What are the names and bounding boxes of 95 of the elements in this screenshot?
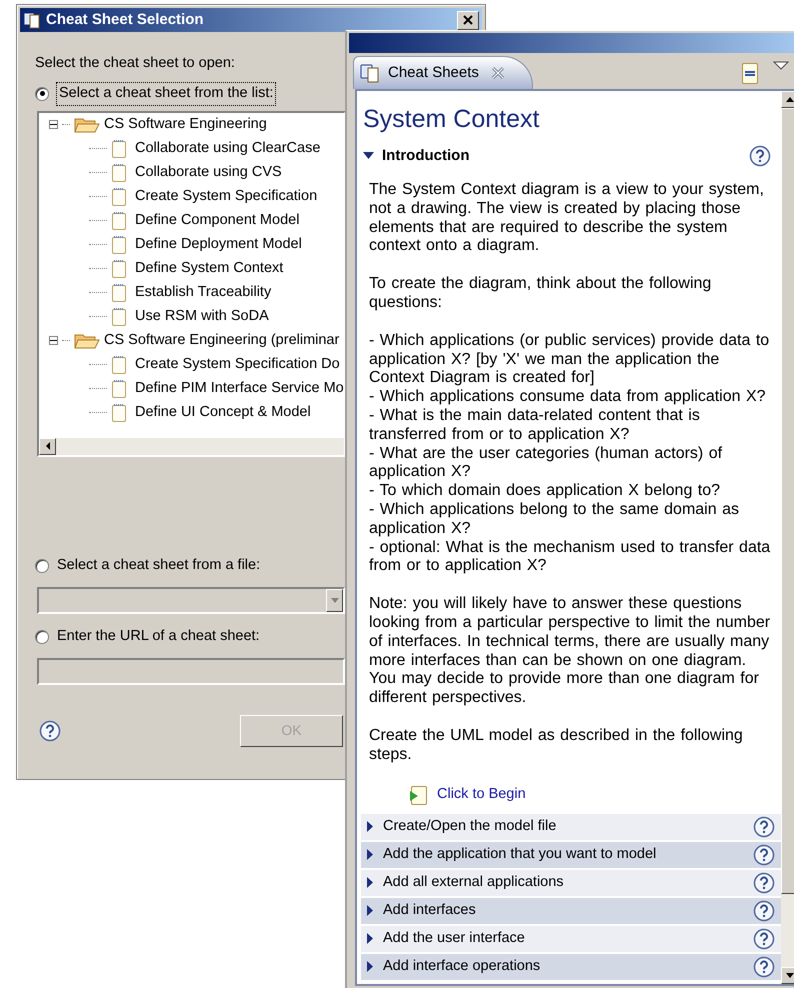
tree-item[interactable]: CS Software Engineering (preliminar	[104, 330, 340, 352]
tree-item[interactable]: Create System Specification Do	[135, 354, 340, 376]
step-row[interactable]: Add interfaces	[361, 898, 781, 924]
folder-icon	[74, 332, 100, 350]
tree-item[interactable]: Create System Specification	[135, 186, 318, 208]
up-arrow-icon	[786, 97, 794, 102]
paragraph: Create the UML model as described in the following steps.	[369, 726, 744, 765]
help-icon	[39, 720, 61, 742]
step-row[interactable]: Add the application that you want to model	[361, 842, 781, 868]
step-label: Add the user interface	[383, 928, 525, 948]
window-title: Cheat Sheet Selection	[46, 10, 204, 30]
view-menu-icon[interactable]	[773, 61, 789, 71]
paragraph: The System Context diagram is a view to your system, not a drawing. The view is created by placing those elements that are required to describe the system context onto a diagram.	[369, 181, 765, 256]
start-icon	[409, 784, 429, 806]
radio-label[interactable]: Enter the URL of a cheat sheet:	[57, 626, 260, 648]
tree-item[interactable]: Define Deployment Model	[135, 234, 302, 256]
cheat-sheet-icon	[111, 402, 127, 423]
expand-toggle[interactable]	[363, 152, 374, 160]
question-line: - Which applications consume data from application X?	[369, 388, 767, 407]
question-line: - Which applications belong to the same domain as application X?	[369, 500, 740, 539]
prompt-label: Select the cheat sheet to open:	[35, 54, 235, 73]
radio-button[interactable]	[35, 558, 49, 573]
expand-toggle[interactable]	[49, 120, 58, 130]
scroll-left-button[interactable]	[39, 438, 56, 455]
question-line: - To which domain does application X belong to?	[369, 482, 722, 501]
help-icon	[753, 816, 775, 838]
cheat-sheet-icon	[111, 234, 127, 255]
expand-toggle[interactable]	[367, 849, 373, 860]
step-row[interactable]: Add all external applications	[361, 870, 781, 896]
tree-item[interactable]: Establish Traceability	[135, 282, 272, 304]
tab-label: Cheat Sheets	[388, 62, 479, 83]
tree-item[interactable]: Use RSM with SoDA	[135, 306, 269, 328]
step-label: Add the application that you want to model	[383, 844, 656, 864]
scroll-down-button[interactable]	[781, 967, 794, 984]
radio-label[interactable]: Select a cheat sheet from the list:	[57, 82, 276, 105]
cheat-sheet-icon	[111, 186, 127, 207]
expand-toggle[interactable]	[367, 961, 373, 972]
url-field[interactable]	[37, 658, 345, 685]
view-tab[interactable]: Cheat Sheets	[353, 56, 533, 89]
down-arrow-icon	[330, 598, 338, 603]
close-icon	[463, 15, 473, 25]
cheat-sheet-icon	[111, 138, 127, 159]
paragraph: Note: you will likely have to answer these questions looking from a particular perspective to limit the number of interfaces. In technical terms, there are usually many more interfaces than can be shown on one diagram. You may decide to provide more than one diagram for different perspectives.	[369, 595, 772, 708]
question-line: - optional: What is the mechanism used to transfer data from or to application X?	[369, 538, 772, 576]
expand-toggle[interactable]	[49, 336, 58, 346]
step-label: Add interface operations	[383, 956, 540, 976]
sheet-toolbar-icon[interactable]	[741, 61, 759, 85]
cheat-sheet-icon	[111, 162, 127, 183]
cheat-sheet-icon	[111, 378, 127, 399]
help-icon	[753, 956, 775, 978]
help-icon	[753, 900, 775, 922]
cheat-sheet-icon	[111, 210, 127, 231]
step-label: Create/Open the model file	[383, 816, 556, 836]
radio-button[interactable]	[35, 86, 49, 101]
tree-item[interactable]: Define System Context	[135, 258, 284, 280]
expand-toggle[interactable]	[367, 905, 373, 916]
expand-toggle[interactable]	[367, 933, 373, 944]
section-heading[interactable]: Introduction	[382, 144, 470, 167]
help-icon	[753, 928, 775, 950]
begin-link[interactable]: Click to Begin	[437, 785, 526, 804]
horizontal-scrollbar[interactable]	[39, 438, 344, 455]
question-line: - What are the user categories (human actors) of application X?	[369, 444, 724, 482]
help-icon	[753, 872, 775, 894]
paragraph: To create the diagram, think about the following questions:	[369, 275, 712, 313]
scroll-up-button[interactable]	[781, 91, 794, 108]
tree-item[interactable]: Define PIM Interface Service Mo	[135, 378, 344, 400]
tree-item[interactable]: Define Component Model	[135, 210, 300, 232]
step-label: Add interfaces	[383, 900, 476, 920]
step-row[interactable]: Add interface operations	[361, 954, 781, 980]
close-button[interactable]	[457, 10, 479, 30]
tree-item[interactable]: CS Software Engineering	[104, 114, 267, 136]
step-row[interactable]: Add the user interface	[361, 926, 781, 952]
sheet-title: System Context	[363, 104, 540, 135]
cheat-sheet-icon	[111, 354, 127, 375]
step-label: Add all external applications	[383, 872, 564, 892]
tree-item[interactable]: Define UI Concept & Model	[135, 402, 311, 424]
down-arrow-icon	[786, 973, 794, 978]
left-arrow-icon	[44, 442, 50, 450]
folder-icon	[74, 116, 100, 134]
expand-toggle[interactable]	[367, 821, 373, 832]
cheat-sheet-icon	[111, 282, 127, 303]
question-line: - Which applications (or public services) provide data to application X? [by 'X' we man the application the Context Diagram is created for]	[369, 332, 770, 388]
step-row[interactable]: Create/Open the model file	[361, 814, 781, 840]
radio-label[interactable]: Select a cheat sheet from a file:	[57, 554, 260, 577]
tree-item[interactable]: Collaborate using CVS	[135, 162, 282, 184]
help-icon	[753, 844, 775, 866]
cheat-sheet-icon	[111, 258, 127, 279]
radio-button[interactable]	[35, 630, 49, 644]
cheat-sheet-icon	[111, 306, 127, 327]
tree-item[interactable]: Collaborate using ClearCase	[135, 138, 320, 160]
file-dropdown[interactable]	[37, 586, 345, 614]
expand-toggle[interactable]	[367, 877, 373, 888]
close-icon[interactable]	[490, 66, 505, 80]
question-line: - What is the main data-related content that is transferred from or to application X?	[369, 406, 701, 445]
help-icon	[749, 144, 771, 167]
